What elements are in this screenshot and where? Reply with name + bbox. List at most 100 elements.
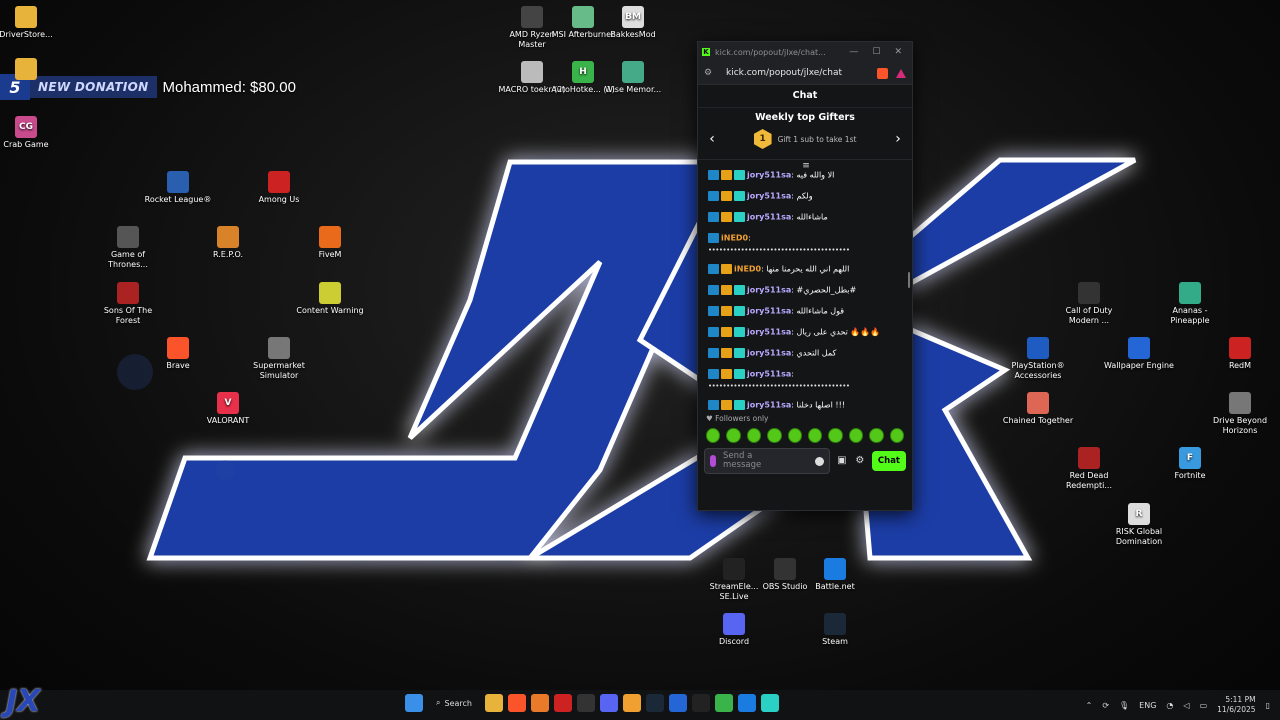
desktop-icon[interactable]: FiveM	[294, 226, 366, 260]
url-text[interactable]: kick.com/popout/jlxe/chat	[726, 68, 842, 78]
desktop-icon[interactable]: Battle.net	[799, 558, 871, 592]
desktop-icon[interactable]	[0, 58, 62, 82]
desktop-icon[interactable]: Game of Thrones...	[92, 226, 164, 270]
chat-message[interactable]: iNED0:	[708, 233, 904, 244]
chevron-right-icon[interactable]: ›	[892, 131, 904, 147]
chat-username[interactable]: iNED0	[734, 265, 761, 274]
app-icon[interactable]	[668, 694, 687, 712]
chat-username[interactable]: jory511sa	[747, 349, 791, 358]
chat-username[interactable]: jory511sa	[747, 328, 791, 337]
emote-icon[interactable]	[889, 427, 905, 443]
battery-icon[interactable]: ▭	[1200, 701, 1208, 710]
desktop-icon[interactable]: Supermarket Simulator	[243, 337, 315, 381]
epic-icon[interactable]	[691, 694, 710, 712]
gear-icon[interactable]: ⚙	[854, 455, 866, 467]
battlenet-icon[interactable]	[737, 694, 756, 712]
desktop-icon[interactable]: Content Warning	[294, 282, 366, 316]
chat-username[interactable]: jory511sa	[747, 171, 791, 180]
app-icon[interactable]	[622, 694, 641, 712]
mic-icon[interactable]: 🎙	[1119, 701, 1129, 710]
desktop-icon[interactable]: Discord	[698, 613, 770, 647]
chat-username[interactable]: jory511sa	[747, 307, 791, 316]
emote-icon[interactable]	[869, 427, 884, 443]
app-icon[interactable]	[530, 694, 549, 712]
language-indicator[interactable]: ENG	[1139, 701, 1156, 710]
desktop-icon[interactable]: Rocket League®	[142, 171, 214, 205]
wifi-icon[interactable]: ◔	[1166, 701, 1173, 710]
gift-icon[interactable]: ▣	[836, 455, 848, 467]
desktop-icon[interactable]: Chained Together	[1002, 392, 1074, 426]
desktop-icon[interactable]: Brave	[142, 337, 214, 371]
minimize-icon[interactable]: —	[849, 47, 858, 57]
chat-message[interactable]: jory511sa: اصلها دخلنا !!!	[708, 400, 904, 411]
notification-icon[interactable]: ▯	[1266, 701, 1270, 710]
desktop-icon[interactable]: V VALORANT	[192, 392, 264, 426]
desktop-icon[interactable]: Red Dead Redempti...	[1053, 447, 1125, 491]
obs-icon[interactable]	[576, 694, 595, 712]
desktop-icon[interactable]: R.E.P.O.	[192, 226, 264, 260]
chat-popout-window[interactable]: K kick.com/popout/jlxe/chat... — ☐ ✕ ⚙ k…	[697, 41, 913, 511]
brave-shield-icon[interactable]	[877, 67, 888, 79]
desktop-icon[interactable]: Among Us	[243, 171, 315, 205]
chat-username[interactable]: jory511sa	[747, 213, 791, 222]
desktop-icon[interactable]: Drive Beyond Horizons	[1204, 392, 1276, 436]
maximize-icon[interactable]: ☐	[872, 47, 880, 57]
chat-username[interactable]: jory511sa	[747, 286, 791, 295]
desktop-icon[interactable]: BM BakkesMod	[597, 6, 669, 40]
start-icon[interactable]	[405, 694, 423, 712]
brave-icon[interactable]	[507, 694, 526, 712]
desktop-icon[interactable]: CG Crab Game	[0, 116, 62, 150]
chat-username[interactable]: iNED0	[721, 234, 748, 243]
desktop-icon[interactable]: Wise Memor...	[597, 61, 669, 95]
close-icon[interactable]: ✕	[894, 47, 902, 57]
app-icon[interactable]	[553, 694, 572, 712]
desktop-icon[interactable]: Steam	[799, 613, 871, 647]
file-explorer-icon[interactable]	[484, 694, 503, 712]
chat-messages[interactable]: ≡ jory511sa: الا والله فيه jory511sa: ولك…	[698, 160, 912, 412]
search-button[interactable]: ⌕ Search	[428, 698, 480, 708]
desktop-icon[interactable]: DriverStore...	[0, 6, 62, 40]
emote-icon[interactable]	[808, 427, 823, 443]
emote-icon[interactable]	[706, 427, 721, 443]
desktop-icon[interactable]: Sons Of The Forest	[92, 282, 164, 326]
chat-scrollbar[interactable]	[908, 272, 910, 288]
emote-icon[interactable]	[726, 427, 741, 443]
chat-username[interactable]: jory511sa	[747, 370, 791, 379]
address-bar[interactable]: ⚙ kick.com/popout/jlxe/chat	[698, 62, 912, 85]
window-titlebar[interactable]: K kick.com/popout/jlxe/chat... — ☐ ✕	[698, 42, 912, 62]
emote-icon[interactable]	[746, 427, 762, 443]
chat-username[interactable]: jory511sa	[747, 401, 791, 410]
chat-message[interactable]: jory511sa: كمل التحدي	[708, 348, 904, 359]
chevron-up-icon[interactable]: ⌃	[1086, 701, 1093, 710]
chat-input[interactable]: Send a message	[704, 448, 830, 474]
chat-message[interactable]: jory511sa: الا والله فيه	[708, 170, 904, 181]
desktop-icon[interactable]: Wallpaper Engine	[1103, 337, 1175, 371]
chat-message[interactable]: iNED0: اللهم اني الله يحرمنا منها	[708, 264, 904, 275]
steam-icon[interactable]	[645, 694, 664, 712]
site-settings-icon[interactable]: ⚙	[704, 68, 716, 78]
emote-icon[interactable]	[828, 427, 843, 443]
chat-message[interactable]: jory511sa: ولكم	[708, 191, 904, 202]
desktop-icon[interactable]: F Fortnite	[1154, 447, 1226, 481]
desktop-icon[interactable]: Call of Duty Modern ...	[1053, 282, 1125, 326]
app-icon[interactable]	[714, 694, 733, 712]
chat-message[interactable]: jory511sa: قول ماشاءالله	[708, 306, 904, 317]
chat-username[interactable]: jory511sa	[747, 192, 791, 201]
app-icon[interactable]	[760, 694, 779, 712]
pinned-icon[interactable]: ≡	[708, 162, 904, 171]
clock[interactable]: 5:11 PM 11/6/2025	[1217, 695, 1255, 715]
emote-icon[interactable]	[787, 427, 803, 443]
chat-message[interactable]: jory511sa: تحدي على ريال 🔥🔥🔥	[708, 327, 904, 338]
desktop-icon[interactable]: PlayStation® Accessories	[1002, 337, 1074, 381]
microphone-icon[interactable]	[710, 455, 716, 467]
volume-icon[interactable]: ◁	[1183, 701, 1189, 710]
chat-message[interactable]: jory511sa: ماشاءالله	[708, 212, 904, 223]
emoji-icon[interactable]	[814, 456, 824, 466]
network-icon[interactable]: ⟳	[1102, 701, 1109, 710]
desktop-icon[interactable]: Ananas - Pineapple	[1154, 282, 1226, 326]
chat-message[interactable]: jory511sa: #بطل_الحصري#	[708, 285, 904, 296]
chat-message[interactable]: jory511sa:	[708, 369, 904, 380]
brave-rewards-icon[interactable]	[896, 68, 906, 78]
desktop-icon[interactable]: R RISK Global Domination	[1103, 503, 1175, 547]
emote-icon[interactable]	[848, 427, 864, 443]
